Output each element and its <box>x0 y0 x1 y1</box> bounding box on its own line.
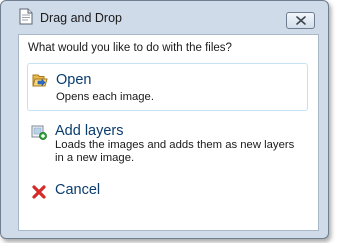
open-command[interactable]: Open Opens each image. <box>27 63 308 111</box>
window-title: Drag and Drop <box>40 11 122 25</box>
dialog-content: What would you like to do with the files… <box>18 34 319 231</box>
cancel-icon <box>31 184 47 200</box>
close-icon <box>296 16 306 25</box>
open-command-label: Open <box>56 72 92 88</box>
open-command-description: Opens each image. <box>56 91 154 103</box>
title-bar[interactable]: Drag and Drop <box>1 1 328 31</box>
add-layer-icon <box>31 124 47 140</box>
add-layers-command[interactable]: Add layers Loads the images and adds the… <box>27 119 308 169</box>
drag-and-drop-dialog: Drag and Drop What would you like to do … <box>0 0 329 239</box>
cancel-command[interactable]: Cancel <box>27 177 308 203</box>
document-icon <box>19 8 33 25</box>
add-layers-command-label: Add layers <box>55 123 124 139</box>
prompt-text: What would you like to do with the files… <box>28 42 232 54</box>
open-folder-icon <box>32 72 48 88</box>
add-layers-command-description: Loads the images and adds them as new la… <box>55 139 295 164</box>
cancel-command-label: Cancel <box>55 182 101 198</box>
close-button[interactable] <box>286 12 315 29</box>
